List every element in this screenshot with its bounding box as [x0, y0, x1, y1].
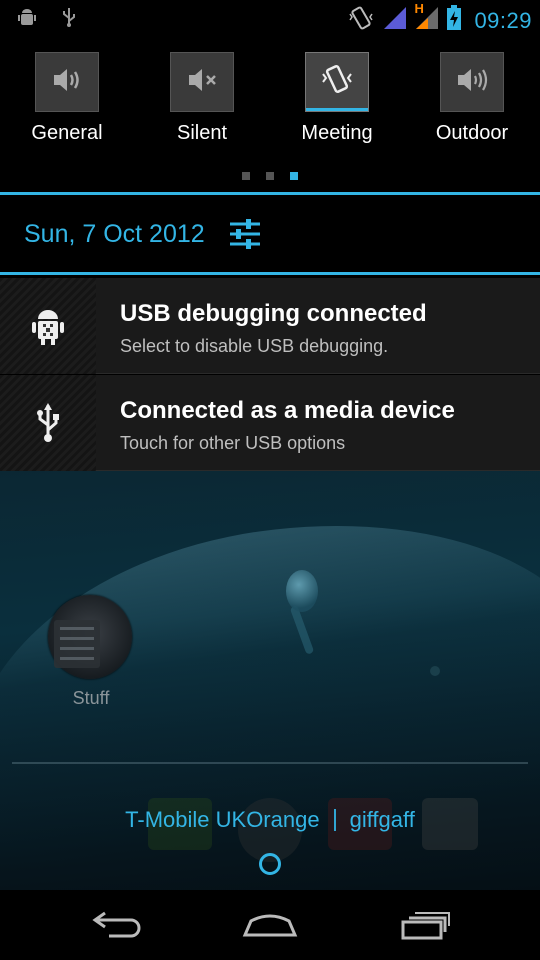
notification-icon-area [0, 375, 96, 471]
date-label: Sun, 7 Oct 2012 [24, 220, 205, 248]
status-clock: 09:29 [474, 7, 532, 33]
navigation-bar [0, 890, 540, 960]
profile-outdoor[interactable]: Outdoor [407, 52, 537, 145]
usb-icon [58, 6, 80, 28]
folder-label: Stuff [72, 688, 110, 708]
battery-charging-icon [446, 5, 462, 36]
profile-general[interactable]: General [2, 52, 132, 145]
water-droplet [430, 666, 440, 676]
pager-dot[interactable] [266, 172, 274, 180]
shade-close-handle[interactable] [259, 853, 281, 875]
pager-dot-active[interactable] [290, 172, 298, 180]
mute-icon [185, 65, 219, 100]
back-icon [91, 909, 147, 944]
water-drop [286, 570, 318, 612]
profile-silent[interactable]: Silent [137, 52, 267, 145]
signal-h-icon: H [414, 1, 440, 36]
home-icon [241, 909, 299, 944]
profile-meeting[interactable]: Meeting [272, 52, 402, 145]
profile-meeting-button[interactable] [305, 52, 369, 112]
divider-top [0, 192, 540, 195]
carrier-separator [333, 809, 336, 831]
carrier-secondary: giffgaff [349, 807, 415, 832]
profile-general-button[interactable] [35, 52, 99, 112]
recents-button[interactable] [388, 904, 458, 948]
profile-label: Meeting [301, 122, 373, 144]
signal-icon [382, 5, 408, 36]
profile-label: Silent [176, 122, 228, 144]
profile-pager [0, 172, 540, 180]
folder-preview [54, 620, 100, 668]
vibrate-icon [346, 4, 376, 37]
notification-title: USB debugging connected [120, 300, 427, 327]
network-type-label: H [414, 1, 424, 16]
notification-subtitle: Touch for other USB options [120, 433, 346, 453]
date-row: Sun, 7 Oct 2012 [0, 196, 540, 272]
notification-media-device[interactable]: Connected as a media device Touch for ot… [0, 375, 540, 471]
volume-loud-icon [454, 65, 490, 100]
carrier-primary: T-Mobile UKOrange [125, 807, 320, 832]
volume-icon [50, 65, 84, 100]
quick-settings-icon[interactable] [228, 218, 262, 250]
android-debug-icon [30, 306, 66, 346]
usb-icon [30, 403, 66, 443]
notification-usb-debugging[interactable]: USB debugging connected Select to disabl… [0, 278, 540, 374]
vibrate-icon [317, 62, 357, 103]
dock-divider [12, 762, 528, 764]
profile-outdoor-button[interactable] [440, 52, 504, 112]
notification-title: Connected as a media device [120, 397, 455, 424]
notification-subtitle: Select to disable USB debugging. [120, 336, 389, 356]
back-button[interactable] [84, 904, 154, 948]
profile-silent-button[interactable] [170, 52, 234, 112]
pager-dot[interactable] [242, 172, 250, 180]
android-debug-icon [16, 6, 38, 28]
audio-profiles: General Silent Meeting Outdoor [0, 40, 540, 160]
recents-icon [395, 908, 451, 945]
notification-icon-area [0, 278, 96, 374]
profile-label: Outdoor [435, 122, 509, 144]
home-button[interactable] [235, 904, 305, 948]
status-bar: H 09:29 [0, 0, 540, 38]
divider-bottom [0, 272, 540, 275]
carrier-label: T-Mobile UKOrange giffgaff [0, 800, 540, 840]
profile-label: General [31, 122, 103, 144]
